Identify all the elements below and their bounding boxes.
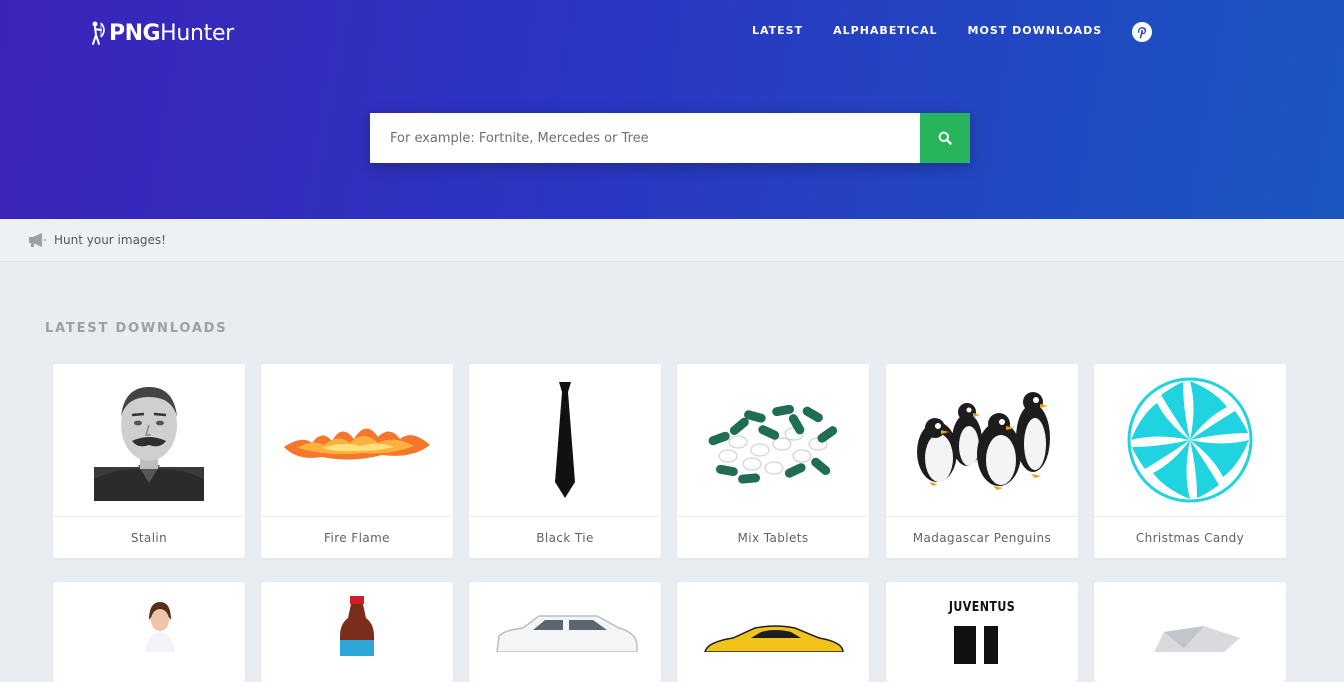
yellow-car-image	[704, 625, 844, 652]
image-card-bottle[interactable]	[261, 582, 453, 682]
search-icon	[938, 131, 952, 145]
section-title: LATEST DOWNLOADS	[45, 321, 228, 336]
main-nav: LATEST ALPHABETICAL MOST DOWNLOADS	[752, 24, 1132, 37]
paper-image	[1154, 626, 1240, 652]
card-caption: Stalin	[53, 516, 245, 558]
image-card-madagascar-penguins[interactable]: Madagascar Penguins	[886, 364, 1078, 558]
nav-most-downloads[interactable]: MOST DOWNLOADS	[968, 24, 1103, 37]
stalin-portrait-image	[94, 387, 204, 501]
card-image	[469, 364, 661, 516]
image-card-christmas-candy[interactable]: Christmas Candy	[1094, 364, 1286, 558]
image-card-doctor[interactable]	[53, 582, 245, 682]
black-tie-image	[555, 382, 575, 498]
megaphone-icon	[29, 233, 46, 247]
notice-text: Hunt your images!	[54, 233, 166, 247]
site-logo[interactable]: PNG Hunter	[90, 18, 234, 48]
card-image	[261, 364, 453, 516]
card-image	[53, 364, 245, 516]
image-card-juventus[interactable]: JUVENTUS	[886, 582, 1078, 682]
madagascar-penguins-image	[917, 392, 1050, 490]
bottle-image	[340, 596, 374, 656]
white-suv-image	[496, 615, 638, 652]
card-caption: Black Tie	[469, 516, 661, 558]
card-caption: Christmas Candy	[1094, 516, 1286, 558]
card-image	[886, 364, 1078, 516]
card-caption: Fire Flame	[261, 516, 453, 558]
mix-tablets-image	[708, 404, 838, 484]
fire-flame-image	[284, 428, 430, 460]
card-image	[1094, 364, 1286, 516]
card-image	[677, 364, 869, 516]
logo-text-bold: PNG	[109, 20, 161, 46]
image-card-fire-flame[interactable]: Fire Flame	[261, 364, 453, 558]
search-bar	[370, 113, 970, 163]
image-card-mix-tablets[interactable]: Mix Tablets	[677, 364, 869, 558]
image-card-stalin[interactable]: Stalin	[53, 364, 245, 558]
pinterest-icon[interactable]	[1131, 21, 1153, 43]
hero-header: PNG Hunter LATEST ALPHABETICAL MOST DOWNL…	[0, 0, 1344, 219]
nav-alphabetical[interactable]: ALPHABETICAL	[833, 24, 937, 37]
christmas-candy-image	[1127, 377, 1253, 503]
image-card-white-suv[interactable]	[469, 582, 661, 682]
juventus-logo-wordmark: JUVENTUS	[948, 600, 1016, 615]
notice-bar: Hunt your images!	[0, 219, 1344, 262]
hunter-icon	[92, 21, 105, 45]
doctor-image	[145, 602, 175, 652]
logo-text-light: Hunter	[160, 20, 234, 46]
juventus-logo-icon	[954, 626, 998, 664]
image-card-yellow-car[interactable]	[677, 582, 869, 682]
image-card-paper[interactable]	[1094, 582, 1286, 682]
nav-latest[interactable]: LATEST	[752, 24, 803, 37]
search-button[interactable]	[920, 113, 970, 163]
image-card-black-tie[interactable]: Black Tie	[469, 364, 661, 558]
card-caption: Madagascar Penguins	[886, 516, 1078, 558]
search-input[interactable]	[370, 113, 920, 163]
card-caption: Mix Tablets	[677, 516, 869, 558]
